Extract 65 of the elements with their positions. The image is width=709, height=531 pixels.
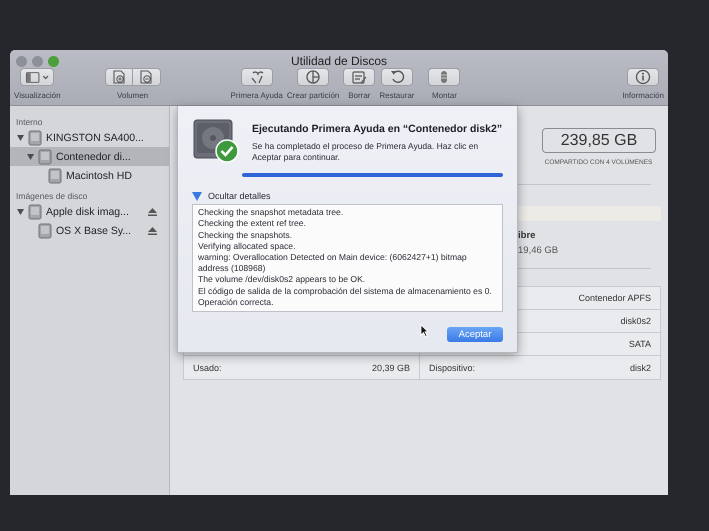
log-line: Checking the extent ref tree. xyxy=(198,218,307,230)
sidebar-item[interactable]: Contenedor di... xyxy=(10,147,169,166)
info-label: Dispositivo: xyxy=(429,362,476,372)
remove-volume-button[interactable] xyxy=(132,68,161,86)
toolbar-button[interactable] xyxy=(428,68,460,86)
info-value: disk0s2 xyxy=(620,316,651,326)
sidebar-item-label: Macintosh HD xyxy=(66,170,133,182)
sidebar-item-label: Contenedor di... xyxy=(56,150,132,162)
disclosure-triangle-down-icon[interactable] xyxy=(192,192,202,200)
sidebar-icon xyxy=(25,70,50,84)
restore-arrow-icon xyxy=(388,69,405,85)
info-value: SATA xyxy=(628,339,651,349)
free-space-label: ibre xyxy=(518,230,536,241)
toolbar-button[interactable] xyxy=(297,68,330,86)
sidebar-item-label: Apple disk imag... xyxy=(46,206,130,218)
capacity-readout: 239,85 GB xyxy=(542,128,656,153)
disclosure-triangle-down-icon[interactable] xyxy=(16,208,24,214)
toolbar-label: Visualización xyxy=(14,91,61,100)
log-line: Checking the snapshot metadata tree. xyxy=(198,207,344,218)
toolbar-label: Borrar xyxy=(348,91,370,100)
eject-icon[interactable] xyxy=(148,208,157,216)
disclosure-triangle-down-icon[interactable] xyxy=(26,154,34,160)
log-line: Operación correcta. xyxy=(198,296,274,308)
mouse-pointer-icon xyxy=(420,324,429,337)
disclosure-triangle-down-icon[interactable] xyxy=(16,134,24,140)
free-space-value: 19,46 GB xyxy=(518,245,560,256)
sidebar-item[interactable]: OS X Base Sy... xyxy=(10,221,169,240)
toolbar-label: Primera Ayuda xyxy=(230,91,283,100)
log-line: The volume /dev/disk0s2 appears to be OK. xyxy=(198,274,366,286)
remove-volume-icon xyxy=(138,69,154,85)
sidebar-item[interactable]: Macintosh HD xyxy=(10,166,169,185)
info-value: 20,39 GB xyxy=(372,362,410,372)
toolbar-label: Crear partición xyxy=(286,91,340,100)
sidebar-item[interactable]: KINGSTON SA400... xyxy=(10,128,169,147)
info-value: Contenedor APFS xyxy=(578,293,651,303)
sidebar-item-label: OS X Base Sy... xyxy=(56,224,132,236)
toolbar-button[interactable] xyxy=(240,68,273,86)
toolbar-button[interactable] xyxy=(343,68,376,86)
log-line: Checking the snapshots. xyxy=(198,230,294,241)
add-volume-icon xyxy=(110,69,127,85)
toolbar-label: Montar xyxy=(432,91,457,100)
sidebar-item[interactable]: Apple disk imag... xyxy=(10,202,169,221)
log-line: El código de salida de la comprobación del sistema de almacenamiento es 0. xyxy=(198,286,493,297)
log-line: warning: Overallocation Detected on Main device: (6062427+1) bitmap address (108968) xyxy=(198,252,468,274)
info-icon xyxy=(635,69,652,85)
info-value: disk2 xyxy=(630,362,651,372)
toolbar-button[interactable] xyxy=(380,68,413,86)
sidebar-section-title: Interno xyxy=(15,116,44,128)
toolbar-button[interactable] xyxy=(627,68,660,86)
add-volume-button[interactable] xyxy=(104,68,133,86)
toolbar-label: Volumen xyxy=(116,91,148,100)
window-title: Utilidad de Discos xyxy=(290,54,388,68)
dialog-message: Se ha completado el proceso de Primera Ayuda. Haz clic en Aceptar para continuar. xyxy=(252,141,480,164)
toolbar-label: Información xyxy=(622,91,664,100)
info-label: Usado: xyxy=(193,362,222,372)
eject-icon[interactable] xyxy=(148,226,157,234)
details-toggle-label[interactable]: Ocultar detalles xyxy=(208,191,271,201)
sidebar-section-title: Imágenes de disco xyxy=(15,190,88,202)
dialog-title: Ejecutando Primera Ayuda en “Contenedor disk2” xyxy=(252,123,503,135)
log-line: Verifying allocated space. xyxy=(198,240,296,252)
toolbar-button[interactable] xyxy=(20,68,54,86)
sidebar-item-label: KINGSTON SA400... xyxy=(46,132,145,144)
disk-with-checkmark-icon xyxy=(192,118,240,164)
toolbar-label: Restaurar xyxy=(379,91,414,100)
pie-icon xyxy=(305,69,322,85)
